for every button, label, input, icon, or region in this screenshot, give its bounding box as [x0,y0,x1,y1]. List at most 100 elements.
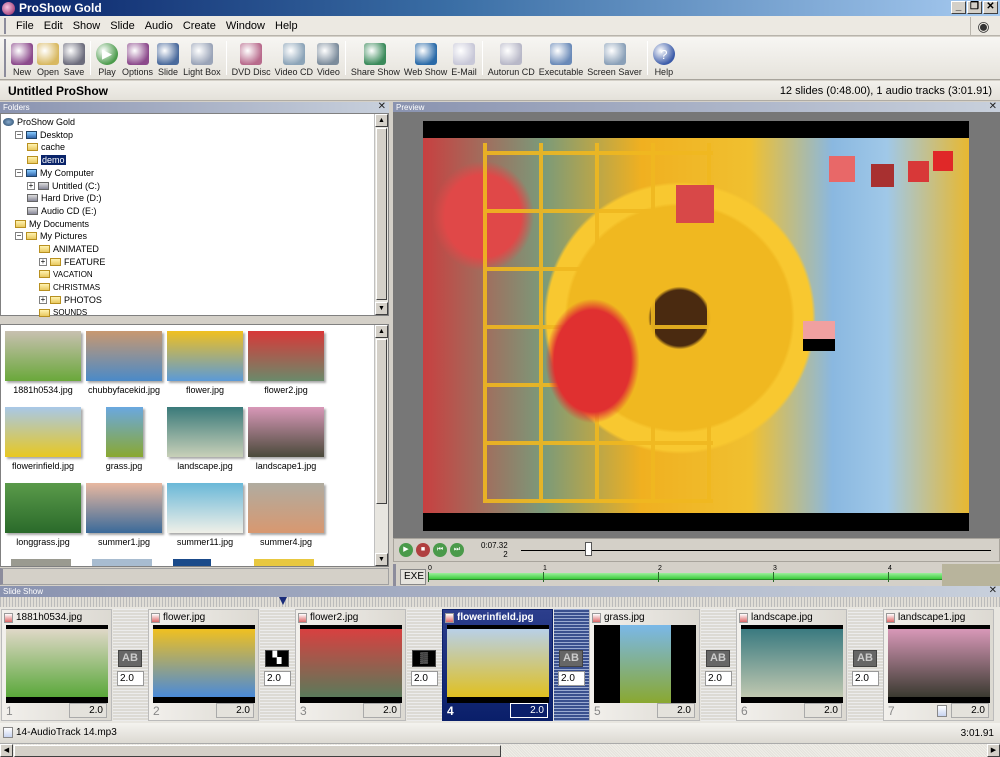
ab-crossfade-icon[interactable]: AB [559,650,583,667]
slide-strip-scrollbar[interactable]: ◀ ▶ [0,743,1000,757]
slide-card[interactable]: flower.jpg 2 2.0 [148,609,259,721]
tree-item[interactable]: demo [27,154,66,166]
scroll-right-button[interactable]: ▶ [987,744,1000,757]
next-slide-button[interactable]: ⏭ [450,543,464,557]
toolbar-button-e-mail[interactable]: E-Mail [449,38,479,79]
toolbar-button-video[interactable]: Video [315,38,342,79]
scroll-up-button[interactable]: ▲ [375,114,388,127]
menu-audio[interactable]: Audio [140,20,178,32]
tree-item[interactable]: ANIMATED [39,243,99,255]
tree-item[interactable]: cache [27,141,65,153]
slide-card[interactable]: landscape1.jpg 7 2.0 [883,609,994,721]
close-preview-panel-icon[interactable]: ✕ [989,101,997,112]
ab-crossfade-icon[interactable]: AB [706,650,730,667]
scroll-up-button[interactable]: ▲ [375,325,388,338]
file-thumbnail[interactable]: flowerinfield.jpg [3,407,83,471]
toolbar-button-autorun-cd[interactable]: Autorun CD [486,38,537,79]
close-button[interactable]: ✕ [983,1,998,14]
timeline-track[interactable] [428,573,942,580]
ab-crossfade-icon[interactable]: AB [853,650,877,667]
slide-card[interactable]: flower2.jpg 3 2.0 [295,609,406,721]
transition-duration-field[interactable]: 2.0 [705,671,732,686]
tree-item[interactable]: + FEATURE [39,256,105,268]
file-thumbnail[interactable]: 1881h0534.jpg [3,331,83,395]
slide-card[interactable]: flowerinfield.jpg 4 2.0 [442,609,553,721]
menu-show[interactable]: Show [68,20,106,32]
transition-slot[interactable]: AB 2.0 [554,609,589,721]
tree-item[interactable]: ProShow Gold [3,116,75,128]
transition-duration-field[interactable]: 2.0 [558,671,585,686]
folder-tree[interactable]: ▲ ▼ ProShow Gold − Desktop cache demo − My Com… [0,113,389,317]
toolbar-button-options[interactable]: Options [120,38,155,79]
file-thumbnail[interactable]: grass.jpg [84,407,164,471]
scroll-down-button[interactable]: ▼ [375,553,388,566]
transition-slot[interactable]: ▒ 2.0 [407,609,442,721]
slide-duration-field[interactable]: 2.0 [657,703,695,718]
scroll-down-button[interactable]: ▼ [375,302,388,315]
preview-stage[interactable] [423,121,969,531]
file-thumbnail[interactable]: flower.jpg [165,331,245,395]
toolbar-button-help[interactable]: ? Help [651,38,677,79]
file-thumbnail[interactable]: longgrass.jpg [3,483,83,547]
file-thumbnail[interactable]: landscape1.jpg [246,407,326,471]
collapse-icon[interactable]: − [15,168,23,177]
seek-track[interactable] [521,550,991,551]
menu-window[interactable]: Window [221,20,270,32]
file-thumbnail[interactable]: summer11.jpg [165,483,245,547]
scroll-thumb[interactable] [376,128,387,300]
toolbar-button-open[interactable]: Open [35,38,61,79]
tree-item[interactable]: + Untitled (C:) [27,180,100,192]
exe-output-label[interactable]: EXE [400,569,426,585]
stop-button[interactable]: ■ [416,543,430,557]
transition-slot[interactable]: AB 2.0 [113,609,148,721]
tree-item[interactable]: CHRISTMAS [39,281,100,293]
minimize-button[interactable]: _ [951,1,966,14]
toolbar-button-executable[interactable]: Executable [537,38,586,79]
seek-slider-handle[interactable] [584,542,592,556]
slide-duration-field[interactable]: 2.0 [951,703,989,718]
ab-crossfade-icon[interactable]: AB [118,650,142,667]
file-thumbnail[interactable]: summer1.jpg [84,483,164,547]
transition-duration-field[interactable]: 2.0 [264,671,291,686]
tree-item[interactable]: My Documents [15,218,89,230]
toolbar-button-web-show[interactable]: Web Show [402,38,449,79]
slide-card[interactable]: landscape.jpg 6 2.0 [736,609,847,721]
play-button[interactable]: ▶ [399,543,413,557]
audio-track-row[interactable]: 14-AudioTrack 14.mp3 3:01.91 [0,723,1000,743]
toolbar-grip[interactable] [4,39,7,77]
tree-item[interactable]: Hard Drive (D:) [27,192,102,204]
dissolve-transition-icon[interactable]: ▒ [412,650,436,667]
menu-file[interactable]: File [11,20,39,32]
menu-slide[interactable]: Slide [105,20,139,32]
horizontal-scroll-thumb[interactable] [14,745,501,757]
expand-icon[interactable]: + [27,181,35,190]
slide-duration-field[interactable]: 2.0 [804,703,842,718]
tree-item[interactable]: − My Pictures [15,230,87,242]
transition-slot[interactable]: AB 2.0 [701,609,736,721]
file-thumbnail[interactable]: summer4.jpg [246,483,326,547]
toolbar-button-slide[interactable]: Slide [155,38,181,79]
collapse-icon[interactable]: − [15,232,23,241]
toolbar-button-save[interactable]: Save [61,38,87,79]
tree-item[interactable]: − My Computer [15,167,94,179]
slide-card[interactable]: 1881h0534.jpg 1 2.0 [1,609,112,721]
transition-slot[interactable]: AB 2.0 [848,609,883,721]
slide-duration-field[interactable]: 2.0 [69,703,107,718]
restore-button[interactable]: ❐ [967,1,982,14]
menu-create[interactable]: Create [178,20,221,32]
scroll-thumb[interactable] [376,339,387,504]
close-slideshow-panel-icon[interactable]: ✕ [989,585,997,596]
previous-slide-button[interactable]: ⏮ [433,543,447,557]
file-thumbnail[interactable]: chubbyfacekid.jpg [84,331,164,395]
menu-edit[interactable]: Edit [39,20,68,32]
toolbar-button-share-show[interactable]: Share Show [349,38,402,79]
menu-help[interactable]: Help [270,20,303,32]
tree-item[interactable]: + PHOTOS [39,294,102,306]
transition-duration-field[interactable]: 2.0 [852,671,879,686]
slide-duration-field[interactable]: 2.0 [510,703,548,718]
transition-duration-field[interactable]: 2.0 [117,671,144,686]
expand-icon[interactable]: + [39,295,47,304]
playhead-marker[interactable] [279,597,287,605]
slide-duration-field[interactable]: 2.0 [216,703,254,718]
toolbar-button-video-cd[interactable]: Video CD [273,38,315,79]
